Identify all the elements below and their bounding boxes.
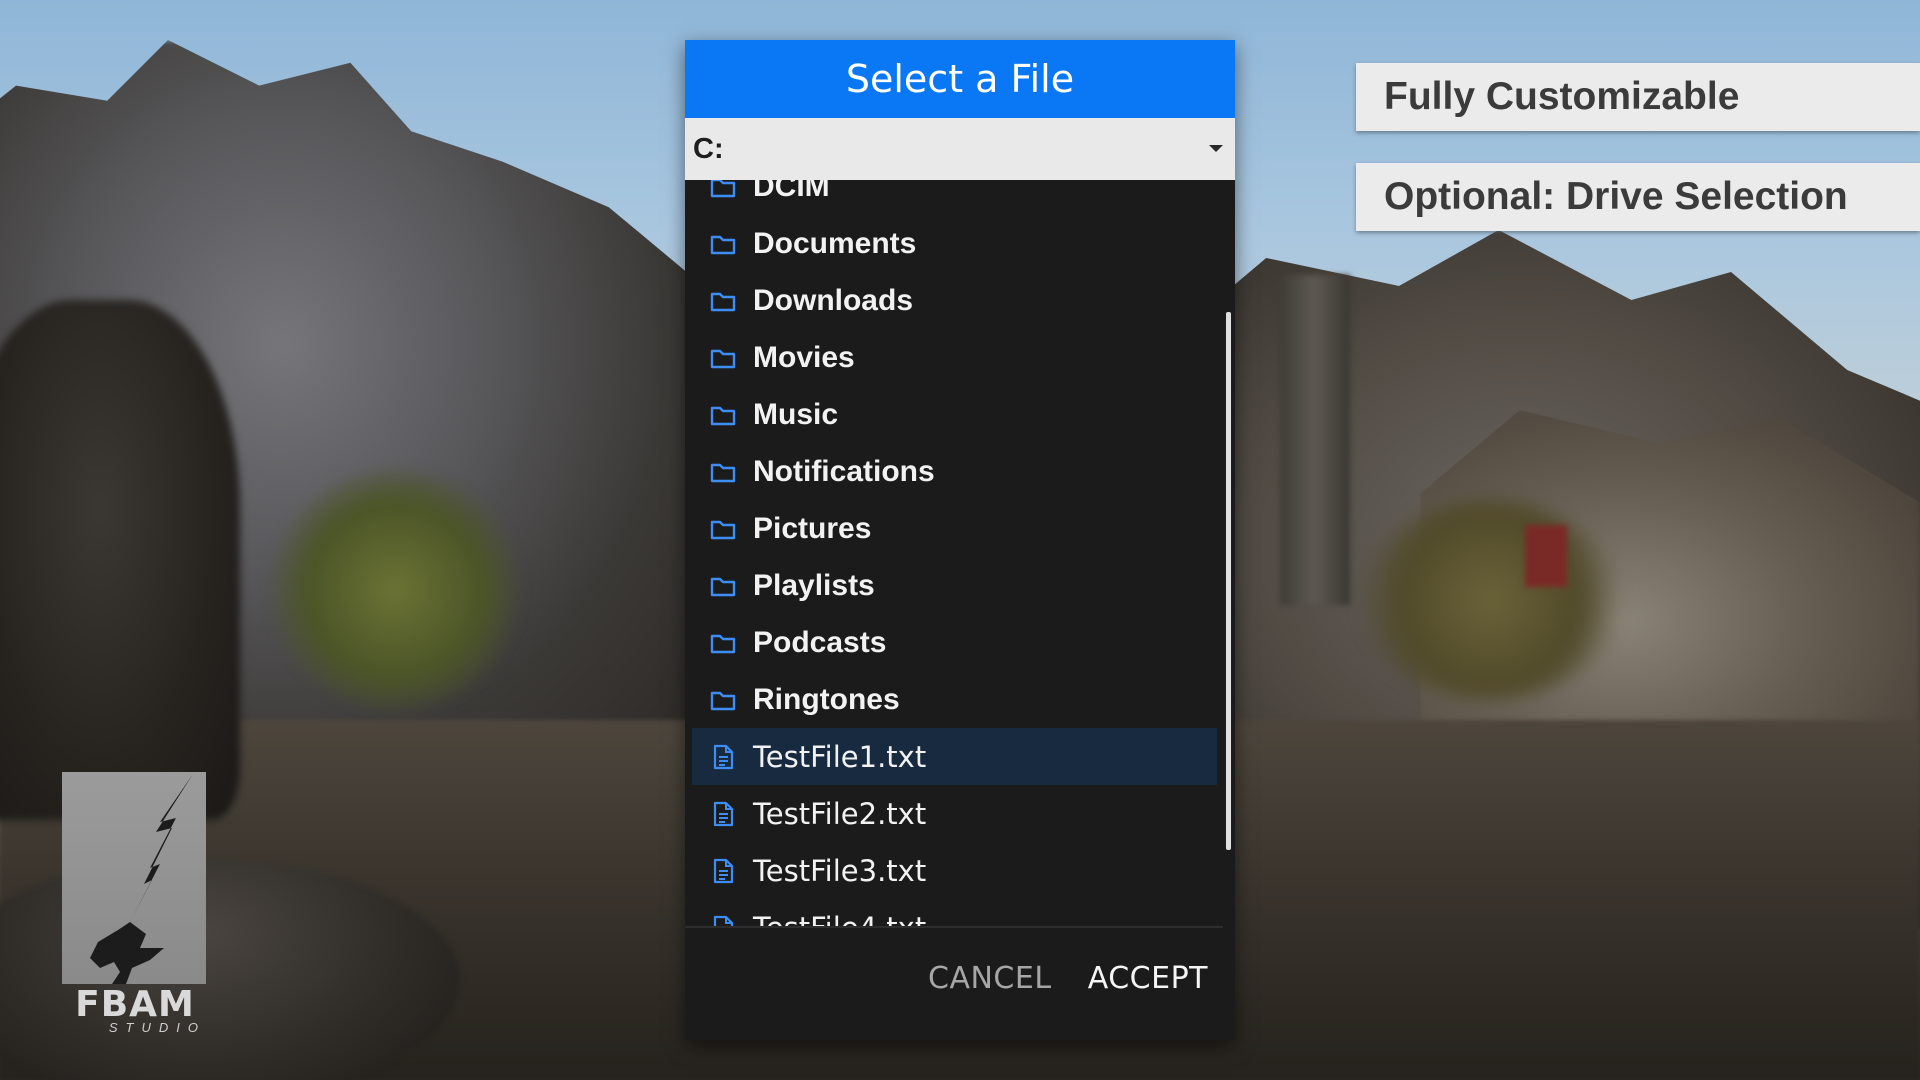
folder-icon <box>709 287 737 315</box>
dialog-title: Select a File <box>685 40 1235 118</box>
folder-item[interactable]: Downloads <box>692 272 1217 329</box>
item-label: Downloads <box>753 283 914 317</box>
ruin-tower <box>1280 275 1350 605</box>
folder-item[interactable]: Playlists <box>692 557 1217 614</box>
red-banner <box>1525 525 1567 587</box>
document-icon <box>709 857 737 885</box>
tree-left <box>270 470 520 710</box>
folder-icon <box>709 180 737 201</box>
dialog-footer: CANCEL ACCEPT <box>685 928 1235 1040</box>
logo-name: FBAM <box>75 984 195 1025</box>
folder-item[interactable]: Movies <box>692 329 1217 386</box>
feature-label-customizable: Fully Customizable <box>1356 63 1920 131</box>
item-label: DCIM <box>753 180 830 203</box>
feature-label-drive-selection: Optional: Drive Selection <box>1356 163 1920 231</box>
item-label: Pictures <box>753 511 872 545</box>
folder-item[interactable]: DCIM <box>692 180 1217 215</box>
folder-icon <box>709 629 737 657</box>
scrollbar-thumb[interactable] <box>1226 312 1231 850</box>
file-item[interactable]: TestFile2.txt <box>692 785 1217 842</box>
folder-item[interactable]: Ringtones <box>692 671 1217 728</box>
folder-item[interactable]: Music <box>692 386 1217 443</box>
item-label: Playlists <box>753 568 875 602</box>
item-label: Music <box>753 397 839 431</box>
folder-icon <box>709 401 737 429</box>
item-label: Movies <box>753 340 855 374</box>
folder-item[interactable]: Documents <box>692 215 1217 272</box>
lightning-figure-icon <box>90 774 193 984</box>
logo-subtitle: STUDIO <box>108 1020 206 1035</box>
file-select-dialog: Select a File C: DCIM Documents Downloads M… <box>685 40 1235 1040</box>
folder-icon <box>709 458 737 486</box>
folder-icon <box>709 686 737 714</box>
file-list[interactable]: DCIM Documents Downloads Movies Music Notific… <box>685 180 1235 928</box>
drive-value: C: <box>693 132 724 165</box>
item-label: TestFile3.txt <box>753 853 927 888</box>
drive-dropdown[interactable]: C: <box>685 118 1235 180</box>
accept-button[interactable]: ACCEPT <box>1088 928 1208 1028</box>
item-label: TestFile1.txt <box>753 739 927 774</box>
document-icon <box>709 800 737 828</box>
folder-item[interactable]: Podcasts <box>692 614 1217 671</box>
file-item[interactable]: TestFile3.txt <box>692 842 1217 899</box>
folder-item[interactable]: Pictures <box>692 500 1217 557</box>
item-label: Podcasts <box>753 625 887 659</box>
item-label: TestFile2.txt <box>753 796 927 831</box>
file-list-content: DCIM Documents Downloads Movies Music Notific… <box>685 180 1235 928</box>
file-item[interactable]: TestFile4.txt <box>692 899 1217 928</box>
document-icon <box>709 743 737 771</box>
caret-down-icon <box>1209 145 1223 152</box>
cancel-button[interactable]: CANCEL <box>928 928 1052 1028</box>
studio-logo: FBAM STUDIO <box>60 772 210 1037</box>
tree-right <box>1360 500 1620 700</box>
folder-icon <box>709 344 737 372</box>
statue <box>0 300 240 820</box>
folder-icon <box>709 572 737 600</box>
file-item[interactable]: TestFile1.txt <box>692 728 1217 785</box>
folder-icon <box>709 230 737 258</box>
item-label: Documents <box>753 226 917 260</box>
item-label: Notifications <box>753 454 935 488</box>
folder-icon <box>709 515 737 543</box>
item-label: Ringtones <box>753 682 900 716</box>
folder-item[interactable]: Notifications <box>692 443 1217 500</box>
